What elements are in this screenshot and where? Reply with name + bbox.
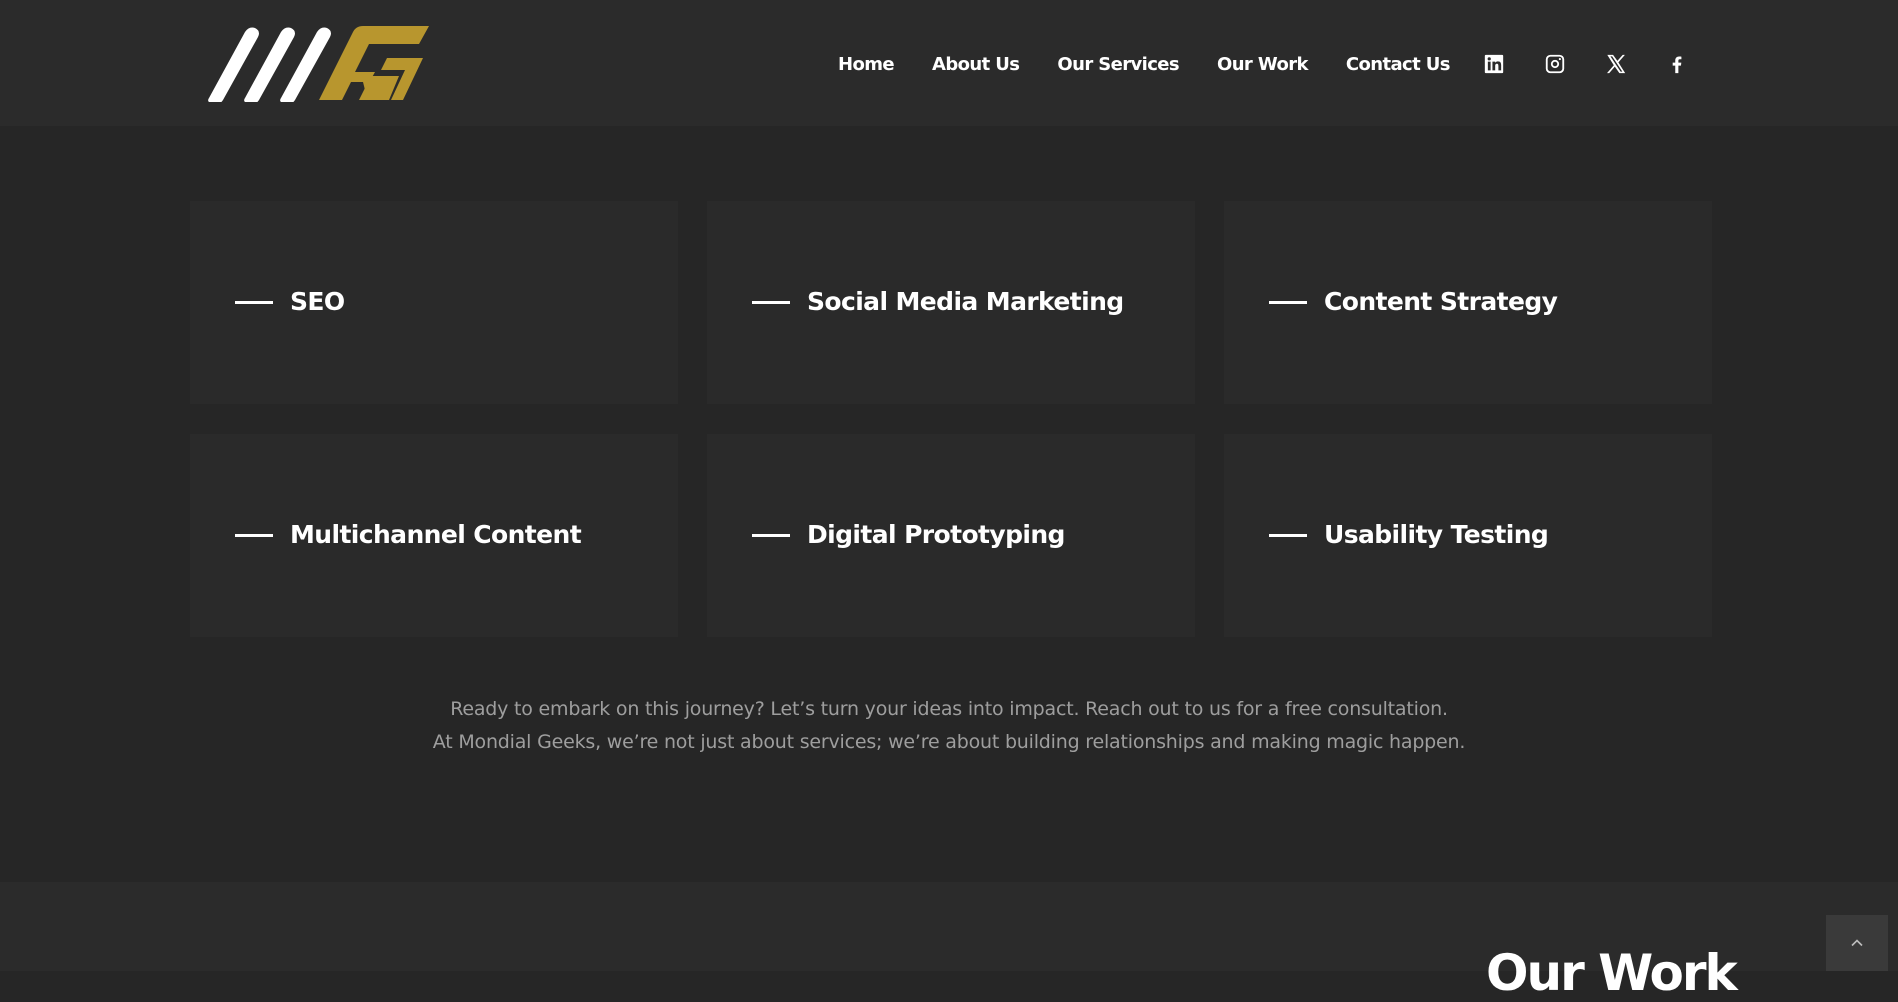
main-nav: Home About Us Our Services Our Work Cont…	[838, 50, 1488, 78]
service-title: SEO	[290, 287, 345, 316]
nav-home[interactable]: Home	[838, 54, 895, 75]
service-card-multichannel-content[interactable]: Multichannel Content	[190, 434, 678, 637]
x-icon[interactable]	[1604, 52, 1628, 76]
dash-marker	[752, 301, 790, 304]
facebook-icon[interactable]	[1665, 52, 1689, 76]
tagline-line-2: At Mondial Geeks, we’re not just about s…	[432, 731, 1466, 753]
service-card-usability-testing[interactable]: Usability Testing	[1224, 434, 1712, 637]
service-card-digital-prototyping[interactable]: Digital Prototyping	[707, 434, 1195, 637]
linkedin-icon[interactable]	[1482, 52, 1506, 76]
nav-our-work[interactable]: Our Work	[1217, 54, 1308, 75]
tagline-line-1: Ready to embark on this journey? Let’s t…	[450, 698, 1448, 720]
service-title: Content Strategy	[1324, 287, 1558, 316]
service-card-content-strategy[interactable]: Content Strategy	[1224, 201, 1712, 404]
nav-about-us[interactable]: About Us	[932, 54, 1020, 75]
instagram-icon[interactable]	[1543, 52, 1567, 76]
service-card-seo[interactable]: SEO	[190, 201, 678, 404]
service-title: Social Media Marketing	[807, 287, 1124, 316]
dash-marker	[235, 534, 273, 537]
scroll-to-top-button[interactable]	[1826, 915, 1888, 971]
service-title: Digital Prototyping	[807, 520, 1065, 549]
dash-marker	[1269, 534, 1307, 537]
chevron-up-icon	[1851, 939, 1863, 947]
our-work-heading: Our Work	[1486, 944, 1738, 1002]
dash-marker	[1269, 301, 1307, 304]
site-header: Home About Us Our Services Our Work Cont…	[0, 0, 1898, 126]
mondial-geeks-logo[interactable]	[205, 24, 429, 102]
social-links	[1482, 50, 1726, 78]
service-title: Multichannel Content	[290, 520, 582, 549]
dash-marker	[235, 301, 273, 304]
nav-our-services[interactable]: Our Services	[1057, 54, 1179, 75]
service-title: Usability Testing	[1324, 520, 1549, 549]
nav-contact-us[interactable]: Contact Us	[1346, 54, 1451, 75]
dash-marker	[752, 534, 790, 537]
service-card-social-media-marketing[interactable]: Social Media Marketing	[707, 201, 1195, 404]
